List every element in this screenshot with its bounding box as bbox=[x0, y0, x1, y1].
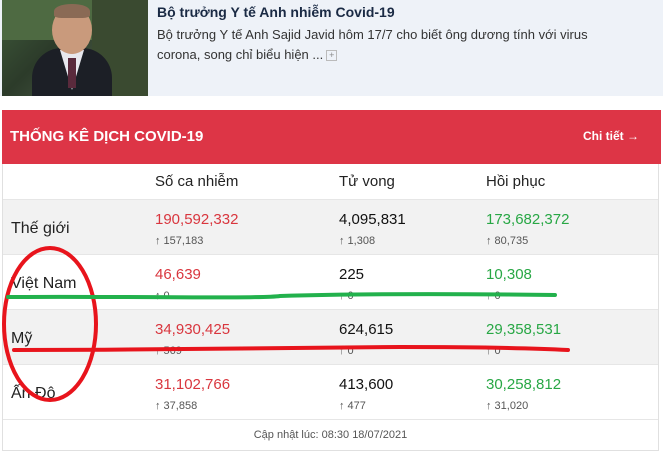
cases-value: 190,592,332 bbox=[155, 211, 239, 228]
table-row: Ấn Độ 31,102,766 ↑ 37,858 413,600 ↑ 477 … bbox=[3, 364, 658, 420]
deaths-value: 225 bbox=[339, 266, 365, 283]
covid-stats-card: THỐNG KÊ DỊCH COVID-19 Chi tiết → Số ca … bbox=[2, 110, 661, 451]
table-row: Mỹ 34,930,425 ↑ 569 624,615 ↑ 0 29,358,5… bbox=[3, 309, 658, 365]
cases-delta: ↑ 37,858 bbox=[155, 400, 198, 412]
table-row: Việt Nam 46,639 ↑ 0 225 ↑ 0 10,308 ↑ 0 bbox=[3, 254, 658, 310]
detail-link[interactable]: Chi tiết → bbox=[583, 129, 639, 143]
cases-value: 34,930,425 bbox=[155, 321, 231, 338]
recovered-value: 29,358,531 bbox=[486, 321, 562, 338]
recovered-value: 10,308 bbox=[486, 266, 532, 283]
recovered-value: 173,682,372 bbox=[486, 211, 570, 228]
cases-delta: ↑ 0 bbox=[155, 290, 170, 302]
country-name: Việt Nam bbox=[11, 275, 77, 292]
recovered-delta: ↑ 0 bbox=[486, 345, 501, 357]
news-thumbnail[interactable] bbox=[2, 0, 148, 96]
recovered-value: 30,258,812 bbox=[486, 376, 562, 393]
update-timestamp: Cập nhật lúc: 08:30 18/07/2021 bbox=[253, 429, 408, 441]
cases-value: 46,639 bbox=[155, 266, 201, 283]
column-header-recovered: Hồi phục bbox=[486, 173, 546, 190]
deaths-value: 413,600 bbox=[339, 376, 394, 393]
deaths-delta: ↑ 477 bbox=[339, 400, 366, 412]
deaths-value: 624,615 bbox=[339, 321, 394, 338]
column-header-cases: Số ca nhiễm bbox=[155, 173, 239, 190]
news-item[interactable]: Bộ trưởng Y tế Anh nhiễm Covid-19 Bộ trư… bbox=[0, 0, 663, 96]
deaths-delta: ↑ 1,308 bbox=[339, 235, 376, 247]
cases-value: 31,102,766 bbox=[155, 376, 231, 393]
deaths-delta: ↑ 0 bbox=[339, 345, 354, 357]
column-header-deaths: Tử vong bbox=[339, 173, 395, 190]
table-row: Thế giới 190,592,332 ↑ 157,183 4,095,831… bbox=[3, 199, 658, 255]
stats-title: THỐNG KÊ DỊCH COVID-19 bbox=[10, 128, 204, 145]
deaths-delta: ↑ 0 bbox=[339, 290, 354, 302]
plus-icon[interactable]: + bbox=[326, 50, 338, 62]
recovered-delta: ↑ 80,735 bbox=[486, 235, 529, 247]
news-title[interactable]: Bộ trưởng Y tế Anh nhiễm Covid-19 bbox=[157, 4, 395, 20]
country-name: Mỹ bbox=[11, 330, 33, 347]
recovered-delta: ↑ 31,020 bbox=[486, 400, 529, 412]
news-description-text: Bộ trưởng Y tế Anh Sajid Javid hôm 17/7 … bbox=[157, 27, 588, 62]
stats-header: THỐNG KÊ DỊCH COVID-19 Chi tiết → bbox=[2, 110, 661, 164]
country-name: Ấn Độ bbox=[11, 385, 56, 402]
news-description: Bộ trưởng Y tế Anh Sajid Javid hôm 17/7 … bbox=[157, 25, 627, 65]
cases-delta: ↑ 569 bbox=[155, 345, 182, 357]
recovered-delta: ↑ 0 bbox=[486, 290, 501, 302]
divider bbox=[3, 419, 658, 420]
deaths-value: 4,095,831 bbox=[339, 211, 406, 228]
country-name: Thế giới bbox=[11, 220, 70, 237]
cases-delta: ↑ 157,183 bbox=[155, 235, 204, 247]
